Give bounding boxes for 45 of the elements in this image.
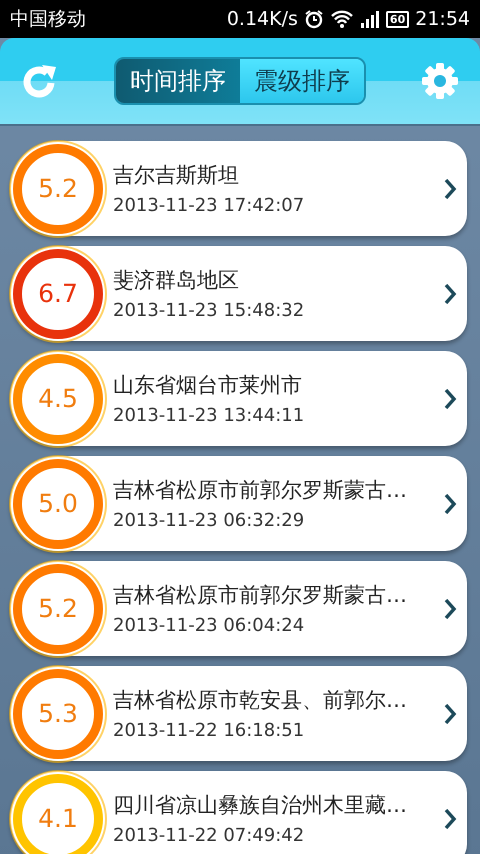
settings-icon[interactable] [420,61,460,101]
chevron-right-icon [443,176,457,200]
magnitude-badge: 5.2 [13,564,103,654]
location-name: 斐济群岛地区 [113,267,240,294]
wifi-icon [330,9,354,29]
location-name: 四川省凉山彝族自治州木里藏… [113,792,408,819]
magnitude-badge: 4.5 [13,354,103,444]
chevron-right-icon [443,806,457,830]
location-name: 吉林省松原市乾安县、前郭尔… [113,687,408,714]
location-name: 吉林省松原市前郭尔罗斯蒙古… [113,582,408,609]
network-speed: 0.14K/s [226,8,298,30]
battery-indicator: 60 [386,10,410,28]
chevron-right-icon [443,282,457,306]
earthquake-card[interactable]: 4.5 山东省烟台市莱州市 2013-11-23 13:44:11 [10,351,467,446]
earthquake-card[interactable]: 5.0 吉林省松原市前郭尔罗斯蒙古… 2013-11-23 06:32:29 [10,456,467,551]
magnitude-badge: 5.2 [13,144,103,234]
chevron-right-icon [443,386,457,410]
alarm-icon [304,9,324,29]
location-name: 山东省烟台市莱州市 [113,372,303,399]
magnitude-badge: 6.7 [13,248,103,338]
magnitude-badge: 5.0 [13,458,103,548]
magnitude-badge: 4.1 [13,774,103,854]
carrier-name: 中国移动 [10,7,86,32]
quake-time: 2013-11-23 17:42:07 [113,195,306,216]
chevron-right-icon [443,596,457,620]
earthquake-card[interactable]: 6.7 斐济群岛地区 2013-11-23 15:48:32 [10,246,467,341]
chevron-right-icon [443,492,457,516]
sort-tab[interactable]: 震级排序 [240,59,364,103]
quake-time: 2013-11-22 07:49:42 [113,825,306,846]
magnitude-badge: 5.3 [13,668,103,758]
quake-time: 2013-11-23 15:48:32 [113,300,306,321]
quake-time: 2013-11-23 06:32:29 [113,510,306,531]
earthquake-card[interactable]: 5.3 吉林省松原市乾安县、前郭尔… 2013-11-22 16:18:51 [10,666,467,761]
clock: 21:54 [415,8,470,30]
location-name: 吉林省松原市前郭尔罗斯蒙古… [113,477,408,504]
quake-time: 2013-11-22 16:18:51 [113,720,306,741]
quake-time: 2013-11-23 13:44:11 [113,405,306,426]
chevron-right-icon [443,702,457,726]
sort-tab[interactable]: 时间排序 [116,59,240,103]
quake-time: 2013-11-23 06:04:24 [113,615,306,636]
earthquake-card[interactable]: 4.1 四川省凉山彝族自治州木里藏… 2013-11-22 07:49:42 [10,771,467,854]
earthquake-card[interactable]: 5.2 吉林省松原市前郭尔罗斯蒙古… 2013-11-23 06:04:24 [10,561,467,656]
signal-icon [360,9,380,29]
location-name: 吉尔吉斯斯坦 [113,162,240,189]
earthquake-card[interactable]: 5.2 吉尔吉斯斯坦 2013-11-23 17:42:07 [10,141,467,236]
